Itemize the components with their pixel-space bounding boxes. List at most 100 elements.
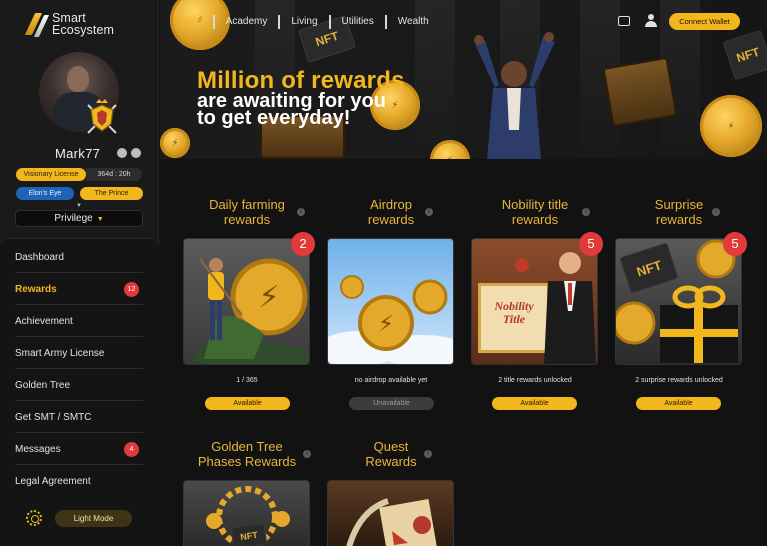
card-count-badge: 5 (579, 232, 603, 256)
user-icons (117, 148, 141, 158)
card-title-daily-farming: Daily farming rewards (177, 197, 317, 227)
card-title-line: rewards (223, 212, 271, 227)
coins-in-sky-illustration: ⚡ (328, 275, 453, 364)
nobleman-illustration (515, 252, 596, 364)
tab-living[interactable]: Living (278, 15, 328, 29)
light-mode-button[interactable]: Light Mode (55, 510, 132, 527)
coin-illustration (430, 140, 470, 159)
sidebar-nav: Dashboard Rewards 12 Achievement Smart Ar… (0, 238, 159, 546)
card-count-badge: 5 (723, 232, 747, 256)
card-image-daily-farming[interactable]: ⚡ (183, 238, 310, 365)
sidebar-item-achievement[interactable]: Achievement (15, 306, 143, 337)
gear-icon[interactable] (26, 510, 42, 526)
card-title-line: Daily farming (209, 197, 285, 212)
nobility-available-button[interactable]: Available (492, 397, 577, 410)
title-tag-prince[interactable]: The Prince (80, 187, 143, 200)
license-time: 364d : 20h (86, 168, 142, 181)
daily-farming-available-button[interactable]: Available (205, 397, 290, 410)
card-status: no airdrop available yet (354, 377, 428, 384)
card-title-line: rewards (367, 212, 415, 227)
sidebar-item-label: Get SMT / SMTC (15, 412, 92, 423)
wallet-icon[interactable] (618, 16, 630, 26)
card-title-quest: Quest Rewards (321, 439, 461, 469)
card-title-line: Quest (373, 439, 409, 454)
sidebar-item-label: Achievement (15, 316, 73, 327)
card-image-surprise[interactable]: NFT (615, 238, 742, 365)
sidebar-item-legal-agreement[interactable]: Legal Agreement (15, 466, 143, 497)
card-title-golden-tree: Golden Tree Phases Rewards (177, 439, 317, 469)
gift-box-illustration (616, 239, 738, 363)
card-count-badge: 2 (291, 232, 315, 256)
info-icon[interactable]: i (582, 208, 590, 216)
title-tag-elons-eye[interactable]: Elon's Eye (16, 187, 74, 200)
connect-wallet-button[interactable]: Connect Wallet (669, 13, 740, 30)
sidebar-item-smart-army-license[interactable]: Smart Army License (15, 338, 143, 369)
sidebar-item-label: Messages (15, 444, 61, 455)
app-root: Smart Ecosystem Mark77 Visionary License… (0, 0, 767, 546)
card-title-line: Airdrop (370, 197, 412, 212)
caret-down-icon: ▼ (76, 203, 82, 209)
sidebar-item-label: Dashboard (15, 252, 64, 263)
svg-text:⚡: ⚡ (258, 280, 279, 315)
user-icon[interactable] (645, 14, 657, 27)
card-image-nobility[interactable]: Nobility Title (471, 238, 598, 365)
svg-text:⚡: ⚡ (378, 312, 393, 337)
sidebar-item-label: Legal Agreement (15, 476, 91, 487)
info-icon[interactable]: i (303, 450, 311, 458)
coin-illustration (160, 128, 190, 158)
info-icon[interactable]: i (424, 450, 432, 458)
airdrop-unavailable-button[interactable]: Unavailable (349, 397, 434, 410)
rewards-count-badge: 12 (124, 282, 139, 297)
privilege-dropdown[interactable]: Privilege ▼ (15, 210, 143, 227)
card-status: 1 / 365 (236, 377, 258, 384)
sidebar-item-dashboard[interactable]: Dashboard (15, 242, 143, 273)
tab-main[interactable]: Main (180, 15, 213, 29)
sidebar-item-rewards[interactable]: Rewards 12 (15, 274, 143, 305)
sidebar-item-golden-tree[interactable]: Golden Tree (15, 370, 143, 401)
license-badge: Visionary License (16, 168, 86, 181)
sidebar-item-get-smt[interactable]: Get SMT / SMTC (15, 402, 143, 433)
card-title-airdrop: Airdrop rewards (321, 197, 461, 227)
eye-slash-icon[interactable] (117, 148, 127, 158)
surprise-available-button[interactable]: Available (636, 397, 721, 410)
tab-wealth[interactable]: Wealth (384, 15, 440, 29)
celebrating-person-illustration (474, 32, 555, 159)
card-title-surprise: Surprise rewards (609, 197, 749, 227)
quest-scroll-illustration (346, 498, 437, 546)
treasure-chest-illustration (602, 56, 678, 128)
card-title-line: Rewards (365, 454, 417, 469)
card-title-line: rewards (655, 212, 703, 227)
card-title-line: Surprise (654, 197, 704, 212)
sidebar-item-label: Smart Army License (15, 348, 105, 359)
caret-down-icon: ▼ (96, 216, 104, 223)
card-image-golden-tree[interactable]: NFT (183, 480, 310, 546)
tab-utilities[interactable]: Utilities (328, 15, 385, 29)
brand-name: Smart Ecosystem (52, 12, 115, 37)
tab-academy[interactable]: Academy (212, 15, 279, 29)
username: Mark77 (55, 146, 101, 161)
nft-card-illustration: NFT (722, 29, 767, 81)
sidebar-item-messages[interactable]: Messages 4 (15, 434, 143, 465)
card-image-quest[interactable] (327, 480, 454, 546)
coin-illustration (700, 95, 762, 157)
farmer-illustration: ⚡ (194, 258, 309, 364)
messages-count-badge: 4 (124, 442, 139, 457)
card-title-line: Golden Tree (211, 439, 283, 454)
brand-logo[interactable]: Smart Ecosystem (24, 11, 115, 37)
info-icon[interactable]: i (297, 208, 305, 216)
sidebar: Smart Ecosystem Mark77 Visionary License… (0, 0, 159, 546)
telegram-icon[interactable] (131, 148, 141, 158)
brand-line-2: Ecosystem (52, 23, 115, 37)
sidebar-item-label: Rewards (15, 284, 57, 295)
card-status: 2 surprise rewards unlocked (635, 377, 723, 384)
nft-card-illustration: NFT (230, 522, 268, 546)
info-icon[interactable]: i (712, 208, 720, 216)
logo-icon (24, 11, 50, 37)
top-nav: Main Academy Living Utilities Wealth (180, 14, 440, 30)
card-image-airdrop[interactable]: ⚡ (327, 238, 454, 365)
info-icon[interactable]: i (425, 208, 433, 216)
rank-shield-icon (87, 99, 117, 134)
privilege-label: Privilege (54, 213, 93, 224)
card-title-line: Phases Rewards (197, 454, 297, 469)
card-status: 2 title rewards unlocked (498, 377, 572, 384)
